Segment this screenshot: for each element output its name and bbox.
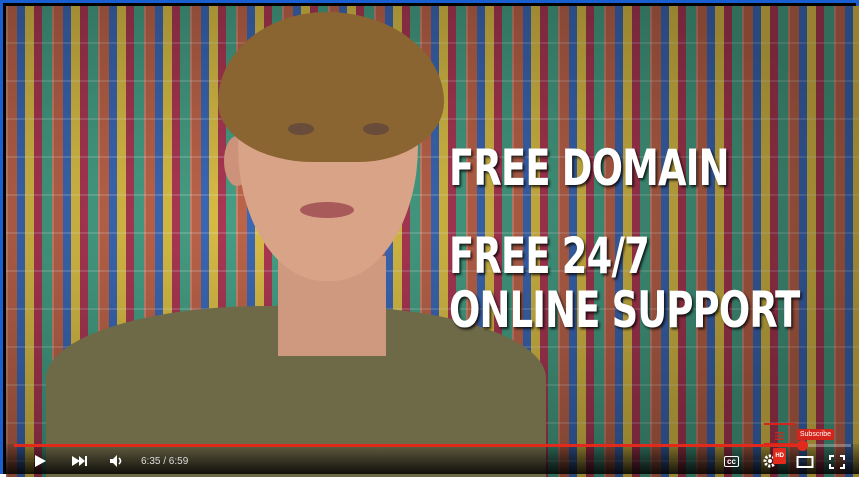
subscribe-badge[interactable]: Subscribe [796, 428, 834, 440]
volume-icon [110, 455, 122, 467]
overlay-line-free-domain: FREE DOMAIN [449, 139, 729, 197]
presenter-eye-right [363, 123, 389, 135]
presenter-hair [218, 12, 444, 162]
play-icon [35, 455, 46, 467]
video-viewport[interactable]: FREE DOMAIN FREE 24/7 ONLINE SUPPORT ≡ S… [6, 6, 859, 477]
presenter-mouth [300, 202, 354, 218]
overlay-line-online-support: ONLINE SUPPORT [449, 281, 800, 339]
progress-bar[interactable] [14, 440, 851, 451]
channel-logo-icon: ≡ [764, 423, 795, 446]
progress-fill [14, 444, 803, 447]
fullscreen-button[interactable] [829, 455, 845, 469]
captions-button[interactable]: cc [724, 456, 739, 467]
settings-button[interactable]: HD [762, 448, 786, 469]
theater-mode-button[interactable] [796, 455, 814, 469]
progress-scrubber-handle[interactable] [797, 440, 809, 451]
player-controls: 6:35 / 6:59 cc HD [6, 440, 859, 474]
time-display: 6:35 / 6:59 [141, 456, 189, 467]
video-player-frame: FREE DOMAIN FREE 24/7 ONLINE SUPPORT ≡ S… [0, 0, 859, 477]
theater-icon [796, 456, 814, 468]
volume-button[interactable] [108, 453, 126, 469]
next-button[interactable] [70, 453, 88, 469]
next-icon [72, 456, 87, 466]
presenter-eye-left [288, 123, 314, 135]
cc-icon: cc [724, 456, 739, 467]
play-button[interactable] [32, 453, 48, 469]
fullscreen-icon [829, 455, 845, 469]
overlay-line-free-support: FREE 24/7 [449, 227, 650, 285]
hd-badge: HD [773, 448, 786, 464]
video-overlay-text: FREE DOMAIN FREE 24/7 ONLINE SUPPORT [449, 141, 859, 337]
